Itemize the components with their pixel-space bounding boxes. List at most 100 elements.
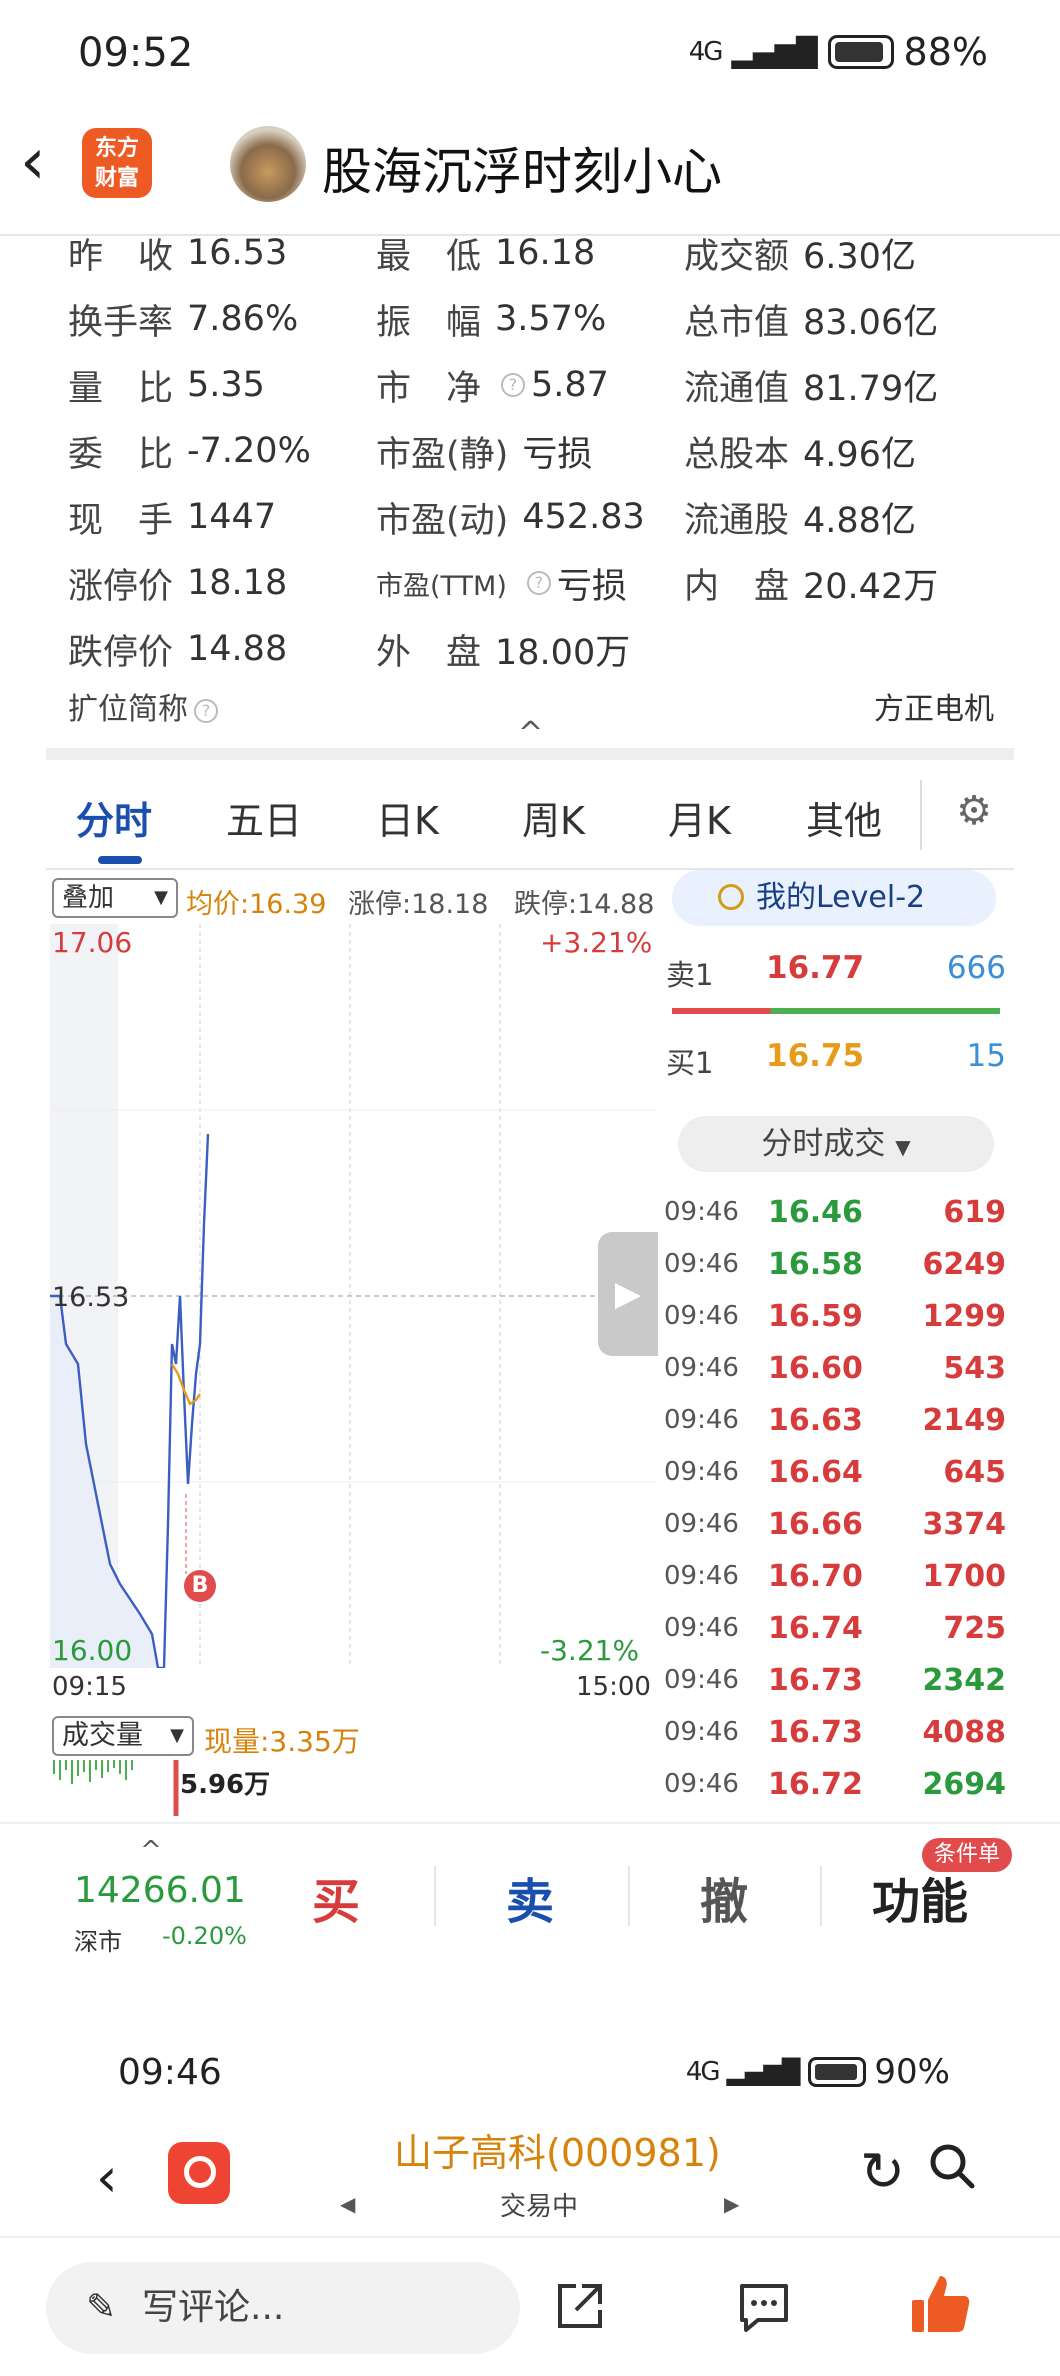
quote-value: 16.18	[495, 233, 596, 273]
gear-icon[interactable]: ⚙	[956, 788, 992, 834]
avatar[interactable]	[230, 126, 306, 202]
next-stock-icon[interactable]: ▶	[724, 2192, 739, 2216]
overlay-select[interactable]: 叠加 ▼	[52, 878, 178, 918]
tick-time: 09:46	[664, 1249, 739, 1279]
help-icon[interactable]: ?	[526, 571, 551, 595]
tick-row: 09:46 16.64 645	[664, 1446, 1010, 1498]
quote-cell: 市盈(静) 亏损	[376, 418, 684, 484]
quote-value: 3.57%	[495, 299, 607, 339]
quote-cell: 市盈(TTM)? 亏损	[376, 550, 684, 616]
quote-value: 81.79亿	[803, 368, 939, 409]
tick-price: 16.58	[768, 1246, 863, 1282]
axis-top-pct: +3.21%	[540, 926, 653, 959]
quote-value: 5.35	[187, 365, 265, 405]
tab-zhouk[interactable]: 周K	[522, 790, 585, 845]
stock-name[interactable]: 山子高科(000981)	[394, 2122, 721, 2177]
tick-row: 09:46 16.46 619	[664, 1186, 1010, 1238]
tick-volume: 1299	[922, 1298, 1007, 1334]
axis-top-price: 17.06	[52, 926, 133, 959]
axis-bottom-pct: -3.21%	[540, 1634, 640, 1667]
expand-value: 方正电机	[874, 692, 994, 727]
quote-cell: 昨 收 16.53	[68, 220, 376, 286]
quote-row: 涨停价 18.18 市盈(TTM)? 亏损内 盘 20.42万	[68, 550, 1008, 616]
signal-icon: 4G	[688, 37, 724, 67]
more-functions-button[interactable]: 功能	[872, 1862, 968, 1932]
index-expand-caret-icon[interactable]: ^	[140, 1836, 162, 1866]
index-name: 深市	[74, 1928, 122, 1956]
tick-volume: 543	[943, 1350, 1006, 1386]
quote-cell: 总市值 83.06亿	[684, 286, 992, 352]
order-ratio-bar	[672, 1008, 1000, 1014]
badge-icon	[718, 884, 744, 910]
ticks-list[interactable]: 09:46 16.46 619 09:46 16.58 6249 09:46 16.59 129…	[664, 1186, 1010, 1810]
overlay-label: 叠加	[62, 883, 115, 913]
message-icon[interactable]	[736, 2280, 792, 2334]
app-logo-text: 东方 财富	[94, 136, 139, 191]
collapse-caret-icon[interactable]: ^	[518, 716, 543, 751]
quote-cell: 总股本 4.96亿	[684, 418, 992, 484]
tick-price: 16.64	[768, 1454, 863, 1490]
level2-button[interactable]: 我的Level-2	[672, 870, 996, 926]
signal-icon: 4G	[685, 2057, 721, 2087]
quote-cell: 内 盘 20.42万	[684, 550, 992, 616]
tick-time: 09:46	[664, 1561, 739, 1591]
quote-label: 最 低	[376, 236, 482, 277]
tick-volume: 645	[943, 1454, 1006, 1490]
conditional-order-badge[interactable]: 条件单	[922, 1838, 1012, 1872]
quote-row: 现 手 1447 市盈(动) 452.83 流通股 4.88亿	[68, 484, 1008, 550]
back-icon[interactable]: ‹	[20, 130, 46, 194]
quote-row: 量 比 5.35 市 净? 5.87 流通值 81.79亿	[68, 352, 1008, 418]
limit-down: 跌停:14.88	[514, 889, 655, 920]
tick-price: 16.59	[768, 1298, 863, 1334]
prev-stock-icon[interactable]: ◀	[340, 2192, 355, 2216]
back-icon[interactable]: ‹	[96, 2146, 118, 2209]
comment-input[interactable]: ✎ 写评论...	[46, 2262, 520, 2354]
tick-volume: 725	[943, 1610, 1006, 1646]
intraday-chart[interactable]	[50, 924, 656, 1668]
share-icon[interactable]	[552, 2278, 608, 2334]
sell-button[interactable]: 卖	[506, 1862, 554, 1932]
refresh-icon[interactable]: ↻	[860, 2140, 905, 2203]
tab-qita[interactable]: 其他	[806, 790, 882, 845]
help-icon[interactable]: ?	[194, 698, 218, 723]
quote-label: 现 手	[68, 500, 174, 541]
tick-price: 16.73	[768, 1662, 863, 1698]
index-change: -0.20%	[162, 1922, 247, 1950]
axis-prev-close: 16.53	[52, 1282, 130, 1313]
quote-value: 20.42万	[803, 566, 939, 607]
volume-select[interactable]: 成交量 ▼	[52, 1716, 194, 1756]
tab-rik[interactable]: 日K	[376, 790, 439, 845]
tick-volume: 2149	[922, 1402, 1007, 1438]
sell1-volume: 666	[946, 950, 1006, 986]
buy-button[interactable]: 买	[312, 1862, 360, 1932]
cancel-button[interactable]: 撤	[700, 1862, 748, 1932]
chevron-down-icon: ▼	[154, 887, 168, 908]
quote-cell: 委 比 -7.20%	[68, 418, 376, 484]
quote-label: 振 幅	[376, 302, 482, 343]
tick-time: 09:46	[664, 1353, 739, 1383]
help-icon[interactable]: ?	[501, 373, 526, 397]
side-panel-handle[interactable]: ▶	[598, 1232, 658, 1356]
tick-time: 09:46	[664, 1613, 739, 1643]
tab-separator	[920, 780, 922, 850]
search-icon[interactable]	[928, 2142, 976, 2190]
tab-fenshi[interactable]: 分时	[76, 790, 152, 845]
tab-wuri[interactable]: 五日	[226, 790, 302, 845]
quote-cell: 流通值 81.79亿	[684, 352, 992, 418]
ticks-button[interactable]: 分时成交 ▼	[678, 1116, 994, 1172]
status-icons: 4G ▂▄▆█ 88%	[689, 30, 988, 74]
username[interactable]: 股海沉浮时刻小心	[322, 132, 722, 204]
status-time: 09:52	[78, 30, 194, 76]
app-logo: 东方 财富	[82, 128, 152, 198]
buy-marker-icon[interactable]: B	[184, 1570, 216, 1602]
index-value[interactable]: 14266.01	[74, 1870, 246, 1911]
tab-yuek[interactable]: 月K	[668, 790, 731, 845]
quote-cell: 涨停价 18.18	[68, 550, 376, 616]
quote-cell: 量 比 5.35	[68, 352, 376, 418]
thumbs-up-icon[interactable]	[910, 2272, 972, 2336]
quote-cell: 成交额 6.30亿	[684, 220, 992, 286]
quote-value: 4.96亿	[803, 434, 916, 475]
quote-label: 成交额	[684, 236, 790, 277]
tick-volume: 1700	[922, 1558, 1007, 1594]
quote-cell: 跌停价 14.88	[68, 616, 376, 682]
